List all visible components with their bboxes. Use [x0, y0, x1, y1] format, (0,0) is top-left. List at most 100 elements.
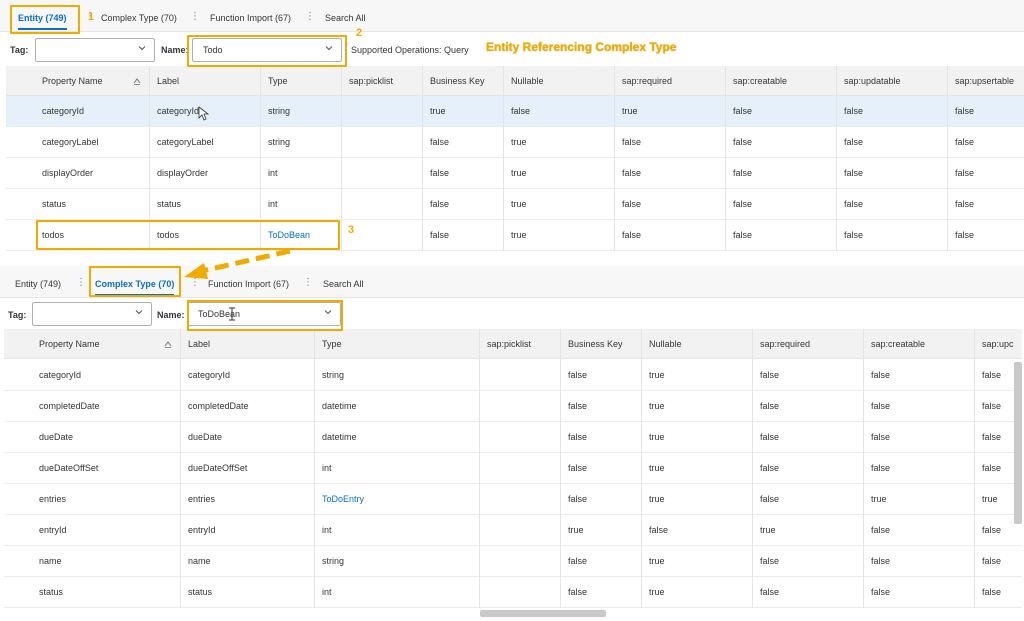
table-row[interactable]: displayOrder displayOrder int false true fals… — [6, 158, 1024, 189]
cell-sap-creatable: false — [733, 137, 753, 147]
column-header-sap-required[interactable]: sap:required — [614, 66, 725, 95]
cell-type: string — [268, 106, 291, 116]
table-row[interactable]: dueDate dueDate datetime false true false fals… — [4, 422, 1022, 453]
column-header-sap-upc[interactable]: sap:upc — [974, 329, 1024, 358]
cell-sap-picklist — [479, 515, 560, 545]
cell-property-name: entries — [39, 494, 67, 504]
cell-type: int — [322, 463, 332, 473]
column-divider — [641, 329, 642, 608]
column-header-sap-creatable[interactable]: sap:creatable — [863, 329, 974, 358]
cell-nullable: true — [649, 587, 665, 597]
table-row[interactable]: categoryLabel categoryLabel string false tru… — [6, 127, 1024, 158]
column-header-business-key[interactable]: Business Key — [560, 329, 641, 358]
column-header-sap-upsertable[interactable]: sap:upsertable — [947, 66, 1024, 95]
cell-property-name: entryId — [39, 525, 67, 535]
cell-property-name: name — [39, 556, 62, 566]
entity-panel: Entity (749) ⋮ Complex Type (70) ⋮ Funct… — [0, 0, 1024, 255]
cell-business-key: false — [568, 463, 588, 473]
cell-sap-required: false — [760, 494, 780, 504]
horizontal-scrollbar[interactable] — [480, 610, 606, 617]
cell-label: dueDate — [188, 432, 223, 442]
sort-ascending-icon[interactable] — [164, 340, 172, 348]
column-header-property-name[interactable]: Property Name — [31, 329, 180, 358]
cell-business-key: false — [568, 494, 588, 504]
column-header-type[interactable]: Type — [260, 66, 341, 95]
table-row[interactable]: dueDateOffSet dueDateOffSet int false true fa… — [4, 453, 1022, 484]
table-row[interactable]: name name string false true false false false — [4, 546, 1022, 577]
column-header-nullable[interactable]: Nullable — [641, 329, 752, 358]
cell-label: categoryId — [188, 370, 231, 380]
cell-label: status — [157, 199, 182, 209]
cell-nullable: true — [511, 137, 527, 147]
highlight-name-select — [187, 300, 343, 331]
column-header-label[interactable]: Label — [180, 329, 314, 358]
table-row[interactable]: entries entries ToDoEntry false true false tru… — [4, 484, 1022, 515]
column-header-business-key[interactable]: Business Key — [422, 66, 503, 95]
cell-sap-picklist — [479, 546, 560, 576]
cell-label: name — [188, 556, 211, 566]
sort-ascending-icon[interactable] — [133, 77, 141, 85]
cell-sap-required: false — [760, 587, 780, 597]
name-label: Name: — [161, 45, 189, 55]
cell-sap-upsertable: false — [955, 199, 975, 209]
tab-search-all[interactable]: Search All — [323, 266, 364, 298]
cell-type: int — [322, 587, 332, 597]
table-row[interactable]: completedDate completedDate datetime false t… — [4, 391, 1022, 422]
cell-sap-required: false — [622, 137, 642, 147]
cell-sap-creatable: false — [733, 230, 753, 240]
name-label: Name: — [157, 310, 185, 320]
cell-sap-required: false — [622, 230, 642, 240]
cell-sap-creatable: false — [871, 587, 891, 597]
cell-sap-upsertable: false — [955, 137, 975, 147]
cell-business-key: false — [568, 556, 588, 566]
tab-entity[interactable]: Entity (749) — [15, 266, 61, 298]
tab-separator: ⋮ — [190, 11, 200, 22]
cell-sap-picklist — [479, 360, 560, 390]
cell-business-key: true — [568, 525, 584, 535]
supported-operations: Supported Operations: Query — [351, 45, 469, 55]
tab-complex-type[interactable]: Complex Type (70) — [101, 0, 177, 32]
tag-select[interactable] — [32, 302, 152, 326]
cell-sap-picklist — [479, 484, 560, 514]
cell-label: dueDateOffSet — [188, 463, 248, 473]
table-row[interactable]: entryId entryId int true false true false false — [4, 515, 1022, 546]
column-header-type[interactable]: Type — [314, 329, 479, 358]
vertical-scrollbar[interactable] — [1014, 362, 1022, 524]
annotation-number-1: 1 — [88, 11, 95, 23]
cell-sap-picklist — [341, 96, 422, 126]
cell-sap-required: true — [760, 525, 776, 535]
column-header-sap-updatable[interactable]: sap:updatable — [836, 66, 947, 95]
column-header-label[interactable]: Label — [149, 66, 260, 95]
column-header-sap-picklist[interactable]: sap:picklist — [479, 329, 560, 358]
cell-sap-required: false — [760, 401, 780, 411]
column-header-property-name[interactable]: Property Name — [34, 66, 149, 95]
table-row[interactable]: status status int false true false false false — [4, 577, 1022, 608]
tab-function-import[interactable]: Function Import (67) — [210, 0, 291, 32]
cell-type: string — [322, 370, 345, 380]
table-row[interactable]: categoryId categoryId string true false true f… — [6, 96, 1024, 127]
cell-type[interactable]: ToDoEntry — [314, 484, 479, 514]
cell-sap-creatable: false — [871, 370, 891, 380]
table-row[interactable]: status status int false true false false false f… — [6, 189, 1024, 220]
column-header-nullable[interactable]: Nullable — [503, 66, 614, 95]
cell-sap-picklist — [479, 577, 560, 607]
cell-type: string — [322, 556, 345, 566]
cell-sap-updatable: false — [844, 137, 864, 147]
chevron-down-icon — [135, 310, 143, 315]
column-header-sap-picklist[interactable]: sap:picklist — [341, 66, 422, 95]
highlight-complex-type-tab — [89, 266, 181, 297]
column-header-sap-creatable[interactable]: sap:creatable — [725, 66, 836, 95]
cell-business-key: false — [430, 168, 450, 178]
table-row[interactable]: categoryId categoryId string false true false… — [4, 360, 1022, 391]
cell-sap-required: false — [622, 168, 642, 178]
cell-label: displayOrder — [157, 168, 209, 178]
cell-business-key: false — [430, 137, 450, 147]
cell-nullable: true — [649, 370, 665, 380]
cell-property-name: categoryLabel — [42, 137, 99, 147]
column-header-sap-required[interactable]: sap:required — [752, 329, 863, 358]
cell-sap-creatable: false — [871, 401, 891, 411]
tag-select[interactable] — [35, 38, 155, 62]
column-divider — [614, 66, 615, 251]
cell-type: string — [268, 137, 291, 147]
tab-bar: Entity (749) ⋮ Complex Type (70) ⋮ Funct… — [0, 0, 1024, 32]
